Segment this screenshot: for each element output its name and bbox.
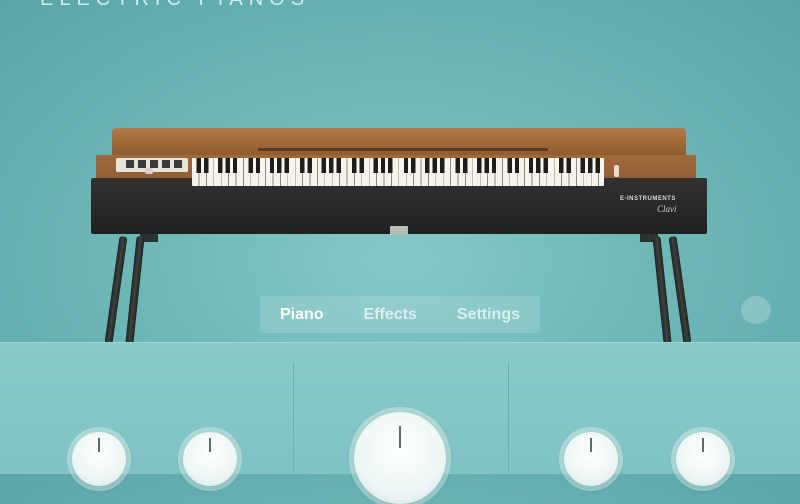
panel-slider[interactable]	[145, 168, 153, 174]
tab-bar: Piano Effects Settings	[260, 296, 540, 333]
e-instruments-logo-icon: e	[741, 296, 771, 324]
piano-black-keys[interactable]	[192, 158, 604, 173]
knob-indicator	[399, 426, 401, 448]
stand-leg	[668, 235, 692, 345]
piano-lid	[112, 128, 686, 158]
panel-switch[interactable]	[150, 160, 158, 168]
panel-switch[interactable]	[126, 160, 134, 168]
stand-leg	[652, 235, 672, 345]
model-label: Clavi	[657, 204, 677, 214]
knob-indicator	[702, 438, 704, 452]
knob-control-large[interactable]	[354, 412, 446, 504]
panel-divider	[508, 362, 509, 473]
brand-label: E-INSTRUMENTS	[620, 196, 676, 202]
front-latch	[390, 226, 408, 235]
knob-control[interactable]	[72, 432, 126, 486]
knob-control[interactable]	[676, 432, 730, 486]
piano-lever[interactable]	[614, 165, 619, 177]
panel-switch[interactable]	[138, 160, 146, 168]
tab-effects[interactable]: Effects	[352, 306, 429, 324]
knob-indicator	[209, 438, 211, 452]
knob-indicator	[590, 438, 592, 452]
tab-piano[interactable]: Piano	[268, 306, 336, 324]
stand-leg	[125, 235, 145, 345]
panel-divider	[293, 362, 294, 473]
lid-groove	[258, 148, 548, 151]
tab-settings[interactable]: Settings	[445, 306, 532, 324]
knob-control[interactable]	[183, 432, 237, 486]
knob-indicator	[98, 438, 100, 452]
stand-leg	[104, 235, 128, 345]
knob-control[interactable]	[564, 432, 618, 486]
panel-switch[interactable]	[174, 160, 182, 168]
panel-switch[interactable]	[162, 160, 170, 168]
